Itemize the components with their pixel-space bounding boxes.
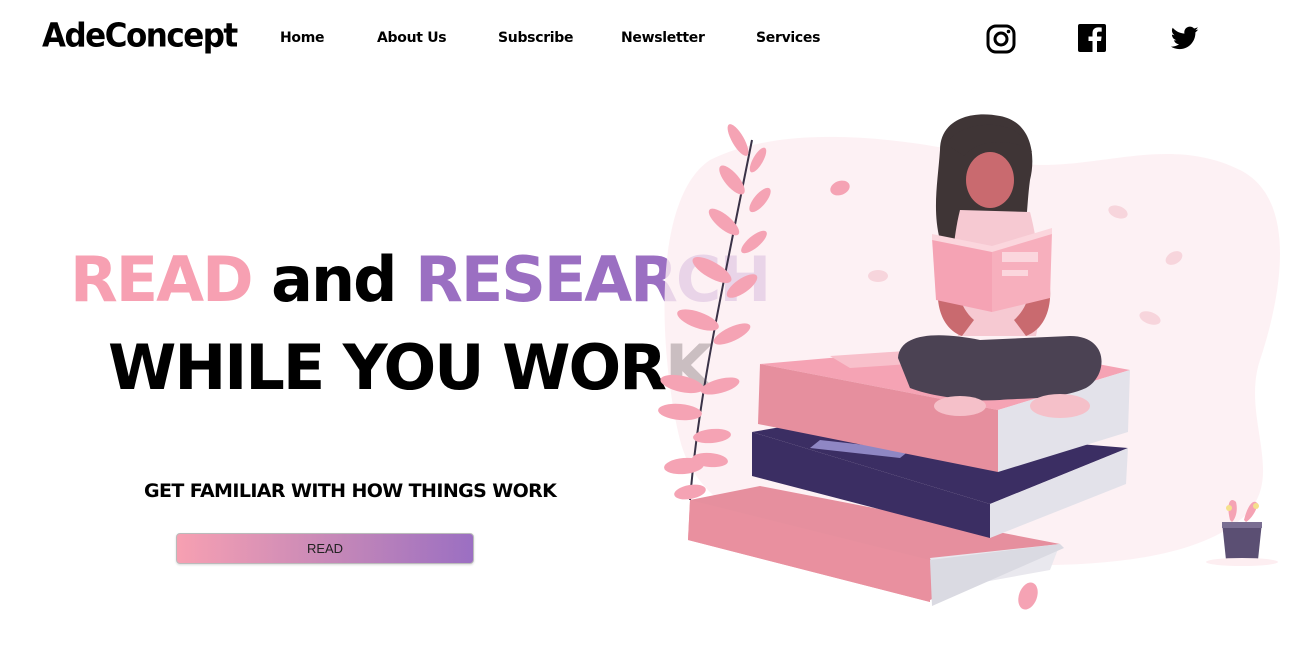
headline-word-read: READ bbox=[70, 243, 254, 316]
headline-word-and: and bbox=[271, 243, 397, 316]
nav-about-us[interactable]: About Us bbox=[377, 30, 447, 46]
brand-logo[interactable]: AdeConcept bbox=[42, 17, 238, 55]
nav-services[interactable]: Services bbox=[756, 30, 820, 46]
nav-subscribe[interactable]: Subscribe bbox=[498, 30, 574, 46]
twitter-icon[interactable] bbox=[1170, 24, 1200, 54]
read-button[interactable]: READ bbox=[176, 533, 474, 564]
nav-home[interactable]: Home bbox=[280, 30, 325, 46]
hero-tagline: GET FAMILIAR WITH HOW THINGS WORK bbox=[144, 480, 557, 502]
facebook-icon[interactable] bbox=[1078, 24, 1108, 54]
nav-newsletter[interactable]: Newsletter bbox=[621, 30, 705, 46]
instagram-icon[interactable] bbox=[986, 24, 1016, 54]
reading-woman-illustration bbox=[658, 114, 1280, 610]
hero-illustration bbox=[640, 100, 1300, 640]
hero-headline-line2: WHILE YOU WORK bbox=[108, 331, 713, 404]
